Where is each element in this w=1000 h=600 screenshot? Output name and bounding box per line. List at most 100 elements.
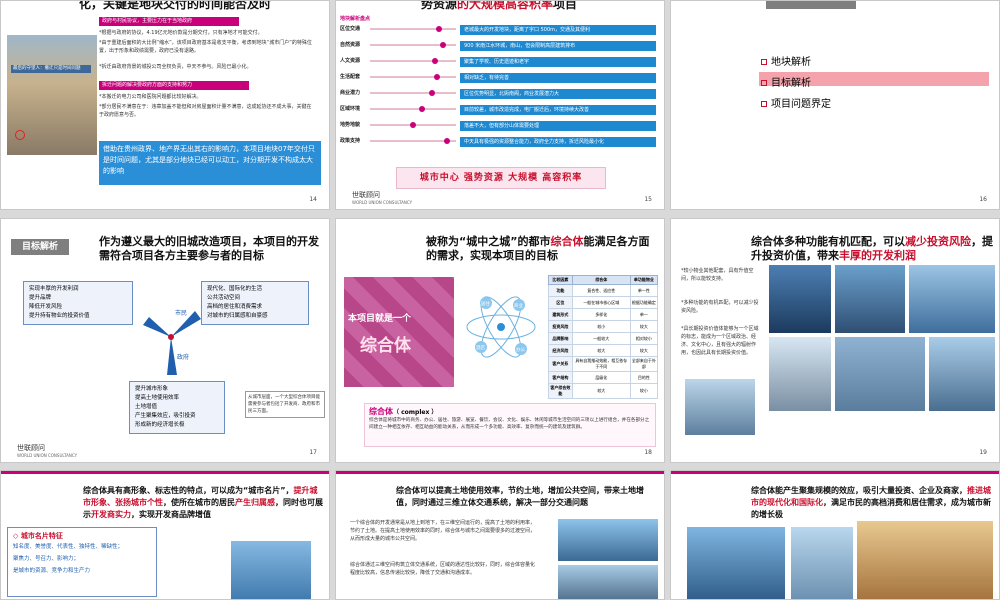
row-track [370, 140, 456, 142]
atom-label-1: 居住 [481, 300, 490, 307]
box-item-2: 聚焦力、号召力、影响力； [13, 556, 80, 562]
slide-22[interactable]: 综合体能产生聚集规模的效应，吸引大量投资、企业及商家，推进城市的现代化和国际化，… [670, 470, 1000, 600]
agenda-item-2[interactable]: 目标解析 [761, 74, 811, 89]
table-cell: 投资风险 [548, 320, 573, 333]
para-3: *拆迁由政府背景的城投公司全权负责，中天不参与。风险已最小化。 [99, 64, 252, 70]
row-track [370, 92, 456, 94]
page-number: 14 [309, 196, 317, 203]
comparison-table: 比较因素 综合体 单功能物业 功能 复合性、适应性 单一性 区位 一般在城市核心区域 根据功能确… [548, 275, 659, 399]
row-label: 区位交通 [340, 26, 361, 32]
tower-photo-2 [791, 527, 853, 599]
table-row: 功能 复合性、适应性 单一性 [548, 284, 659, 297]
table-cell: 区位 [548, 296, 573, 309]
arrow-label-citizen: 市民 [175, 309, 187, 317]
page-number: 18 [644, 449, 652, 456]
slide-17[interactable]: 目标解析 作为遵义最大的旧城改造项目，本项目的开发需符合项目各方主要参与者的目标… [0, 218, 330, 463]
agenda-item-1[interactable]: 地块解析 [761, 53, 811, 68]
row-description: 区位优势明显，北衙南阁，商业发展潜力大 [460, 89, 656, 99]
developer-goals: 实现丰厚的开发利润 提升品牌 降低开发风险 提升持有物业的投资价值 [23, 281, 133, 325]
summary-panel: 借助在贵州政界、地产界无出其右的影响力，本项目地块07年交付只是时间问题，尤其是… [99, 141, 321, 185]
table-row: 投资风险 较小 较大 [548, 320, 659, 333]
arrow-label-government: 政府 [177, 353, 189, 361]
slide-21[interactable]: 综合体可以提高土地使用效率，节约土地，增加公共空间，带来土地增值，同时通过三维立… [335, 470, 665, 600]
slide-title: 综合体多种功能有机匹配，可以减少投资风险，提升投资价值，带来丰厚的开发利润 [751, 235, 993, 262]
bullet-1: 一个综合体的开发通常是从地上到地下，在三维空间运行的，提高了土地的利用率，节约了… [350, 520, 536, 542]
aerial-photo [558, 565, 658, 599]
slide-18[interactable]: 被称为“城中之城”的都市综合体能满足各方面的需求，实现本项目的目标 本项目就是一… [335, 218, 665, 463]
box-item-1: 知名度、美誉度、代表性、独特性、稀缺性； [13, 544, 124, 550]
table-row: 客户结构 层级化 目的性 [548, 371, 659, 384]
building-photo: 最后的守望人：撤迁只是时间问题 [7, 35, 97, 155]
table-cell: 功能 [548, 284, 573, 297]
stakeholder-arrows: 开发商 市民 政府 [141, 309, 201, 375]
table-row: 经济风险 较大 较大 [548, 344, 659, 357]
para-2: *由于重建后面积的大比例“缩水”，该项目政府基本是收支平衡，考虑到地块“城市门户… [99, 40, 312, 54]
table-cell: 根据功能确定 [629, 296, 659, 309]
table-cell: 一般较大 [571, 332, 631, 345]
section-badge: 目标解析 [11, 239, 69, 255]
table-cell: 较大 [629, 320, 659, 333]
city-photo [685, 379, 755, 435]
box-title: ◇ 城市名片特征 [13, 532, 63, 540]
table-header: 综合体 [571, 275, 631, 285]
top-strip [671, 471, 999, 474]
table-cell: 较小 [571, 320, 631, 333]
row-label: 自然资源 [340, 42, 361, 48]
slide-title: 作为遵义最大的旧城改造项目，本项目的开发需符合项目各方主要参与者的目标 [99, 235, 319, 262]
bullet-3: *具长期投资价值体能够为一个区域的标志，能成为一个区域政治、经济、文化中心，且有… [681, 326, 759, 356]
slide-title: 被称为“城中之城”的都市综合体能满足各方面的需求，实现本项目的目标 [426, 235, 650, 262]
slide-19[interactable]: 综合体多种功能有机匹配，可以减少投资风险，提升投资价值，带来丰厚的开发利润 *较… [670, 218, 1000, 463]
row-description: 900 米南江水环城，南山，但会限制高层建筑排布 [460, 41, 656, 51]
definition-box: 综合体（ complex ） 综合体是将城市中的商务、办公、居住、旅游、展览、餐… [364, 403, 656, 447]
photo-caption: 最后的守望人：撤迁只是时间问题 [11, 65, 91, 73]
slide-20[interactable]: 综合体具有高形象、标志性的特点，可以成为“城市名片”，提升城市形象、张扬城市个性… [0, 470, 330, 600]
big-label: 本项目就是一个 [348, 314, 412, 324]
skyline-photo [558, 519, 658, 561]
slide-15[interactable]: 势资源的大规模高容积率项目 地块解析盘点 城市中心 强势资源 大规模 高容积率 … [335, 0, 665, 210]
row-label: 商业潜力 [340, 90, 361, 96]
table-cell: 客户综合效能 [548, 383, 573, 399]
slide-title: 势资源的大规模高容积率项目 [421, 0, 578, 11]
row-score-marker [440, 42, 447, 48]
table-cell: 客户关系 [548, 356, 573, 372]
row-score-marker [418, 106, 425, 112]
def-en: （ complex ） [393, 409, 438, 416]
row-score-marker [435, 26, 442, 32]
table-cell: 经济风险 [548, 344, 573, 357]
table-header: 比较因素 [548, 275, 573, 285]
row-score-marker [434, 74, 441, 80]
checkbox-icon [761, 101, 767, 107]
government-goals: 提升城市形象 提高土地使用效率 土地增值 产生聚集效应，吸引投资 形成新的经济增长极 [129, 381, 225, 434]
citizen-goals: 现代化、国际化的生活 公共活动空间 高档的居住和消费需求 对城市的归属感和自豪感 [201, 281, 309, 325]
row-description: 目前较差，城市改造完成，电厂搬迁后，环境持续大改善 [460, 105, 656, 115]
skyline-photo-2 [835, 265, 905, 333]
slide-title: 化，关键是地块交付的时间能否及时 [79, 0, 272, 11]
table-cell: 单一 [629, 308, 659, 321]
slide-14[interactable]: 化，关键是地块交付的时间能否及时 最后的守望人：撤迁只是时间问题 政府与村民协议… [0, 0, 330, 210]
row-description: 相对缺乏，有待完善 [460, 73, 656, 83]
top-strip [1, 471, 329, 474]
row-score-marker [444, 138, 451, 144]
slide-title: 综合体具有高形象、标志性的特点，可以成为“城市名片”，提升城市形象、张扬城市个性… [83, 486, 323, 519]
atom-label-2: 商业 [514, 302, 523, 309]
page-number: 17 [309, 449, 317, 456]
tower-photo [929, 337, 995, 411]
banner-2: 拆迁问题的解决要政府方面的支持和努力 [99, 81, 249, 90]
atom-diagram: 居住 商业 酒店 办公 [466, 296, 536, 358]
table-cell: 较小 [629, 383, 659, 399]
header-bar [766, 1, 856, 9]
table-row: 客户关系 具有自我推动效能，相互依存于不同 全部来自于外部 [548, 356, 659, 372]
table-cell: 客户结构 [548, 371, 573, 384]
page-number: 16 [979, 196, 987, 203]
table-cell: 层级化 [571, 371, 631, 384]
row-label: 生活配套 [340, 74, 361, 80]
slide-16[interactable]: 地块解析 目标解析 项目问题界定 16 [670, 0, 1000, 210]
table-cell: 品牌影响 [548, 332, 573, 345]
slide-title: 综合体能产生聚集规模的效应，吸引大量投资、企业及商家，推进城市的现代化和国际化，… [751, 486, 991, 519]
arch-building-photo [769, 337, 831, 411]
skyline-photo-1 [769, 265, 831, 333]
aerial-photo [857, 521, 993, 599]
checkbox-icon [761, 59, 767, 65]
agenda-item-3[interactable]: 项目问题界定 [761, 95, 831, 110]
bullet-2: 综合体通过三维空间构筑立体交通系统，区域的通达性比较好，同时，综合体容量化程度比… [350, 562, 536, 576]
